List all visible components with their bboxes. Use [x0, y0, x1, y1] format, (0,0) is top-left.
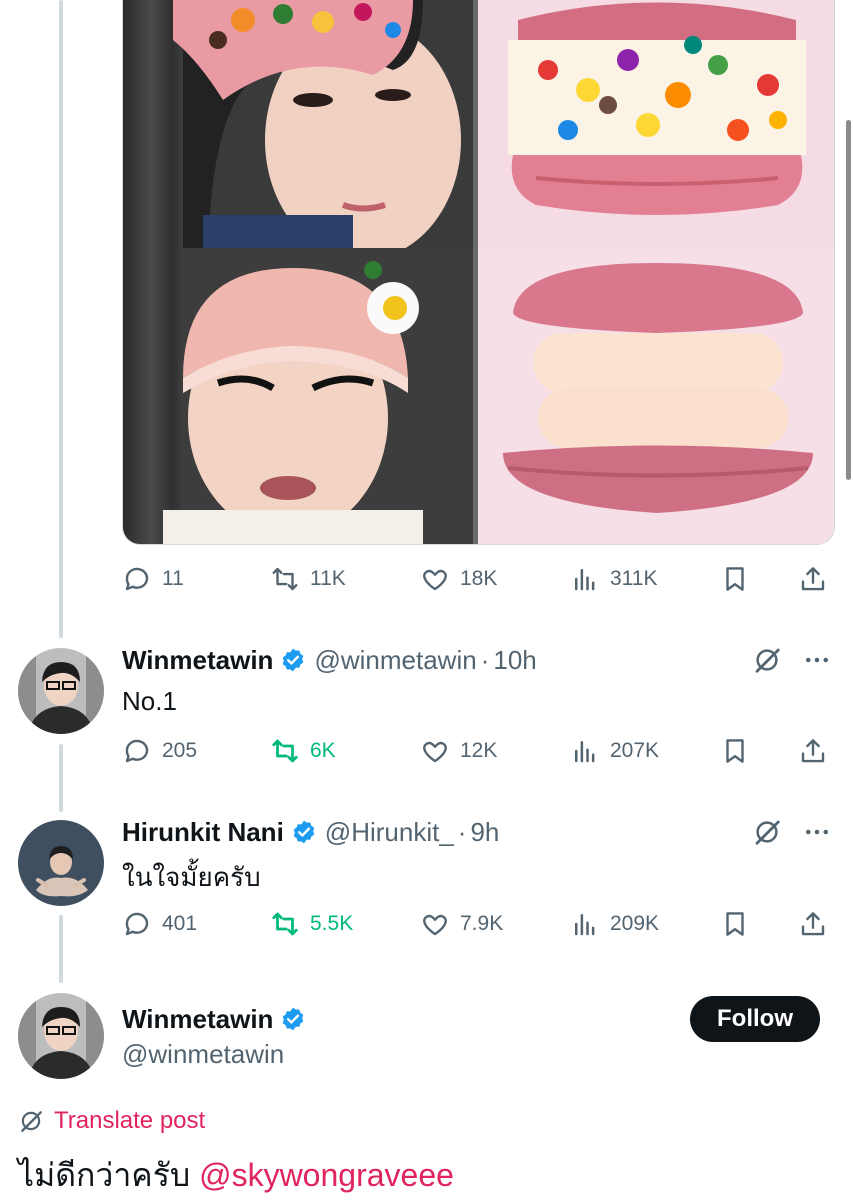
repost-count: 11K	[310, 567, 346, 590]
reply-button[interactable]: 205	[122, 733, 197, 769]
reply-icon	[125, 567, 149, 591]
verified-icon	[283, 648, 304, 672]
timestamp[interactable]: 9h	[470, 817, 499, 848]
post-text: ในใจมั้ยครับ	[122, 862, 261, 892]
thread-line-top	[59, 0, 63, 638]
macaron-top[interactable]	[478, 0, 834, 248]
separator-dot: ·	[457, 816, 467, 847]
views-icon	[575, 569, 595, 591]
like-button[interactable]: 7.9K	[420, 906, 503, 942]
display-name[interactable]: Hirunkit Nani	[122, 817, 284, 848]
repost-icon	[272, 567, 298, 591]
reply-button[interactable]: 401	[122, 906, 197, 942]
repost-count: 6K	[310, 739, 336, 762]
grok-icon[interactable]	[752, 645, 782, 675]
timestamp[interactable]: 10h	[493, 645, 536, 676]
repost-button[interactable]: 6K	[270, 733, 336, 769]
views-icon	[575, 914, 595, 936]
bookmark-icon	[726, 567, 744, 591]
repost-icon	[272, 912, 298, 936]
grok-icon[interactable]	[752, 817, 782, 847]
repost-icon	[272, 739, 298, 763]
bookmark-button[interactable]	[720, 733, 750, 769]
reply-count: 401	[162, 912, 198, 935]
macaron-bottom[interactable]	[478, 248, 834, 544]
share-icon	[801, 739, 825, 763]
share-icon	[801, 912, 825, 936]
display-name[interactable]: Winmetawin	[122, 645, 273, 676]
reply-icon	[125, 912, 149, 936]
bookmark-button[interactable]	[720, 906, 750, 942]
repost-button[interactable]: 11K	[270, 561, 346, 597]
post-text: No.1	[122, 686, 177, 716]
scrollbar[interactable]	[846, 120, 851, 480]
person-photo-top[interactable]	[123, 0, 478, 248]
repost-button[interactable]: 5.5K	[270, 906, 353, 942]
more-icon[interactable]	[802, 817, 832, 847]
action-bar: 205 6K 12K 207K	[122, 733, 835, 769]
like-count: 18K	[460, 567, 498, 590]
views-icon	[575, 741, 595, 763]
like-count: 7.9K	[460, 912, 504, 935]
mention-link[interactable]: @skywongraveee	[199, 1157, 454, 1193]
repost-count: 5.5K	[310, 912, 354, 935]
like-icon	[423, 569, 447, 591]
main-post-handle-row: @winmetawin	[122, 1037, 284, 1071]
like-icon	[423, 914, 447, 936]
share-icon	[801, 567, 825, 591]
main-post-body: ไม่ดีกว่าครับ	[18, 1157, 191, 1193]
share-button[interactable]	[798, 906, 828, 942]
translate-label[interactable]: Translate post	[54, 1107, 205, 1135]
reply-count: 11	[162, 567, 184, 590]
main-post-name-row: Winmetawin	[122, 1001, 314, 1037]
avatar[interactable]	[18, 993, 104, 1079]
reply-count: 205	[162, 739, 198, 762]
more-icon[interactable]	[802, 645, 832, 675]
views-count: 209K	[610, 912, 660, 935]
avatar[interactable]	[18, 820, 104, 906]
action-bar: 11 11K 18K 311K	[122, 561, 835, 597]
translate-post-link[interactable]: Translate post	[18, 1107, 205, 1135]
like-icon	[423, 741, 447, 763]
handle[interactable]: @winmetawin	[122, 1039, 284, 1070]
like-button[interactable]: 18K	[420, 561, 497, 597]
verified-icon	[293, 820, 315, 844]
thread-line-middle	[59, 744, 63, 812]
reply-icon	[125, 739, 149, 763]
views-count: 311K	[610, 567, 658, 590]
share-button[interactable]	[798, 733, 828, 769]
views-button[interactable]: 207K	[570, 733, 659, 769]
post-header: Winmetawin @winmetawin · 10h	[122, 642, 537, 678]
post-header: Hirunkit Nani @Hirunkit_ · 9h	[122, 814, 499, 850]
bookmark-button[interactable]	[720, 561, 750, 597]
follow-button[interactable]: Follow	[690, 996, 820, 1042]
separator-dot: ·	[480, 644, 490, 675]
thread-line-bottom	[59, 915, 63, 983]
handle[interactable]: @Hirunkit_	[325, 817, 454, 848]
handle[interactable]: @winmetawin	[314, 645, 476, 676]
person-photo-bottom[interactable]	[123, 248, 478, 544]
avatar[interactable]	[18, 648, 104, 734]
media-grid[interactable]	[122, 0, 835, 545]
reply-button[interactable]: 11	[122, 561, 184, 597]
share-button[interactable]	[798, 561, 828, 597]
translate-icon	[21, 1111, 42, 1132]
views-count: 207K	[610, 739, 660, 762]
main-post-text: ไม่ดีกว่าครับ @skywongraveee	[18, 1150, 454, 1200]
like-button[interactable]: 12K	[420, 733, 497, 769]
action-bar: 401 5.5K 7.9K 209K	[122, 906, 835, 942]
verified-icon	[283, 1007, 304, 1031]
like-count: 12K	[460, 739, 498, 762]
views-button[interactable]: 209K	[570, 906, 659, 942]
display-name[interactable]: Winmetawin	[122, 1004, 273, 1035]
views-button[interactable]: 311K	[570, 561, 658, 597]
bookmark-icon	[726, 739, 744, 763]
bookmark-icon	[726, 912, 744, 936]
